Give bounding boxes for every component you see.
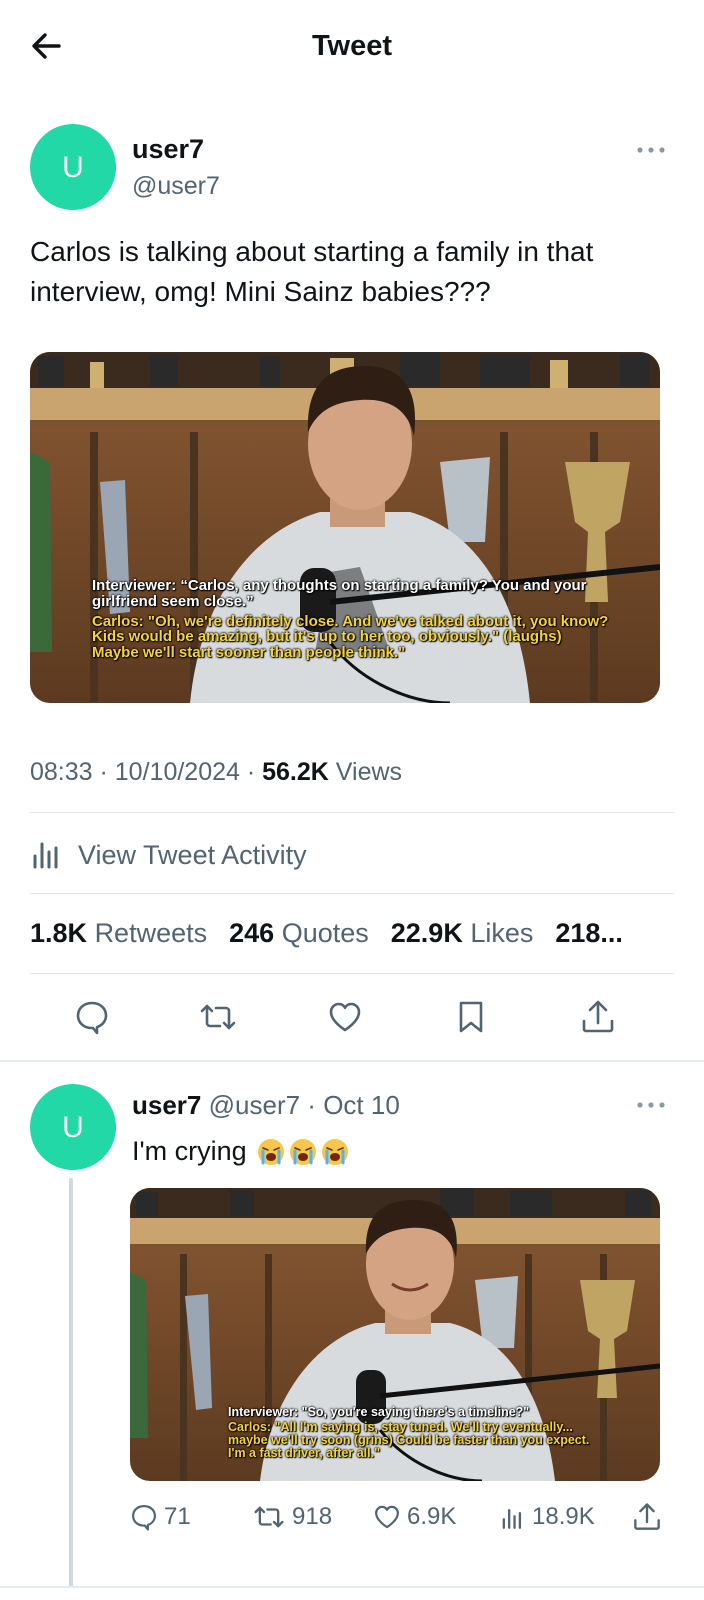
quotes-stat[interactable]: 246 Quotes [229,918,369,948]
thread-connector-line [69,1178,73,1588]
tweet-views-count: 56.2K [262,758,329,786]
avatar-letter: U [62,1111,84,1144]
reply-views-button[interactable]: 18.9K [500,1497,595,1537]
reply-action-bar: 71 918 6.9K 18.9K [130,1497,670,1537]
bar-chart-icon [30,836,64,875]
reply-media-image[interactable]: Interviewer: "So, you're saying there's … [130,1188,660,1481]
top-bar: Tweet [0,0,704,96]
view-tweet-activity-label: View Tweet Activity [78,839,307,870]
likes-stat[interactable]: 22.9K Likes [391,918,534,948]
comment-icon[interactable] [72,995,112,1039]
bookmark-icon[interactable] [451,995,491,1039]
reply-separator: · [307,1090,316,1120]
comment-icon [132,1505,156,1531]
tweet-time: 08:33 [30,758,93,786]
reply-date[interactable]: Oct 10 [323,1090,400,1120]
reply-count: 71 [164,1503,191,1530]
views-count: 18.9K [532,1503,595,1530]
media-caption-interviewer: Interviewer: “Carlos, any thoughts on st… [92,577,587,610]
retweet-icon [254,1506,284,1528]
reply-like-button[interactable]: 6.9K [373,1497,456,1537]
page-title: Tweet [311,30,393,62]
reply-caption-carlos: Carlos: "All I'm saying is, stay tuned. … [228,1420,590,1461]
section-divider [0,1060,704,1062]
share-icon[interactable] [578,995,618,1039]
loudly-crying-face-icon [321,1138,348,1165]
divider [30,893,674,894]
reply-retweet-button[interactable]: 918 [252,1497,332,1537]
author-display-name[interactable]: user7 [132,134,204,165]
tweet-media-image[interactable]: Interviewer: “Carlos, any thoughts on st… [30,352,660,703]
tweet-action-bar [0,995,704,1041]
bookmarks-stat[interactable]: 218... [555,918,623,948]
reply-author-name[interactable]: user7 [132,1090,201,1120]
tweet-views-label: Views [335,758,403,786]
reply-header: user7 @user7 · Oct 10 [132,1090,400,1121]
media-caption-carlos: Carlos: "Oh, we're definitely close. And… [92,612,609,661]
reply-avatar[interactable]: U [30,1084,116,1170]
heart-icon [375,1505,399,1529]
view-tweet-activity-button[interactable]: View Tweet Activity [30,832,307,878]
loudly-crying-face-icon [289,1138,316,1165]
bar-chart-icon [502,1508,522,1529]
more-horizontal-icon[interactable] [636,144,666,156]
engagement-stats: 1.8K Retweets 246 Quotes 22.9K Likes 218... [30,918,680,949]
divider [30,812,674,813]
retweets-stat[interactable]: 1.8K Retweets [30,918,207,948]
retweet-icon[interactable] [198,995,238,1039]
author-handle[interactable]: @user7 [132,172,220,201]
tweet-timestamp-views: 08:33 · 10/10/2024 · 56.2K Views [30,758,403,786]
reply-text-row: I'm crying [132,1136,349,1167]
like-count: 6.9K [407,1503,457,1530]
reply-comment-button[interactable]: 71 [130,1497,191,1537]
avatar[interactable]: U [30,124,116,210]
tweet-text: Carlos is talking about starting a famil… [30,236,594,307]
section-divider [0,1586,704,1588]
tweet-date: 10/10/2024 [114,758,240,786]
loudly-crying-face-icon [257,1138,284,1165]
heart-icon[interactable] [325,995,365,1039]
retweet-count: 918 [292,1503,333,1530]
reply-text: I'm crying [132,1136,247,1166]
divider [30,973,674,974]
more-horizontal-icon[interactable] [636,1099,666,1111]
avatar-letter: U [62,151,84,184]
reply-caption-interviewer: Interviewer: "So, you're saying there's … [228,1405,530,1419]
share-icon[interactable] [632,1497,662,1537]
reply-author-handle[interactable]: @user7 [209,1090,300,1120]
